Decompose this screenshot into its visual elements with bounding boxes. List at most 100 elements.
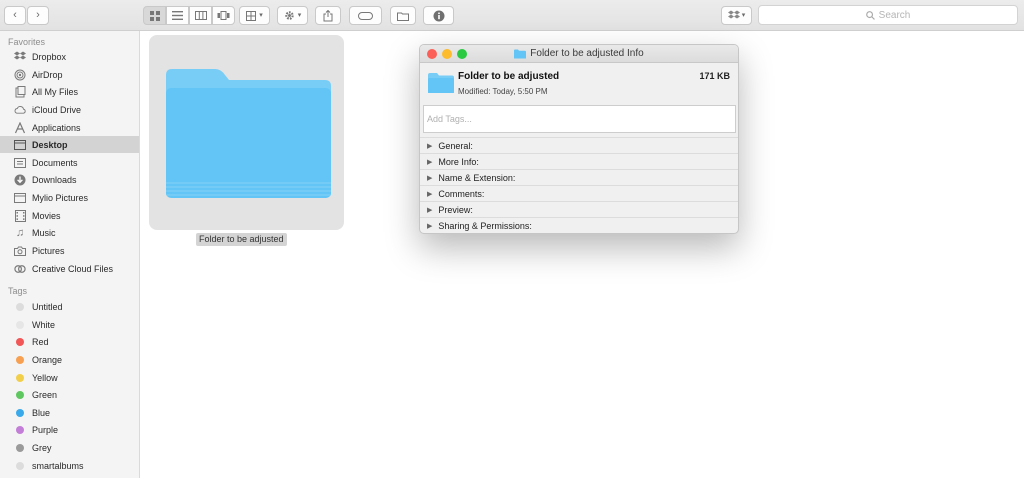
tag-dot-icon (16, 355, 24, 364)
sidebar-tag-grey[interactable]: Grey (0, 439, 139, 456)
applications-icon (14, 121, 26, 134)
action-button[interactable]: ▾ (277, 6, 308, 25)
arrange-button[interactable]: ▾ (239, 6, 270, 25)
section-preview[interactable]: ▶ Preview: (420, 201, 738, 217)
section-name-extension[interactable]: ▶ Name & Extension: (420, 169, 738, 185)
get-info-button[interactable] (423, 6, 454, 25)
cover-flow-icon (217, 11, 230, 20)
movies-icon (14, 209, 26, 222)
section-label: More Info: (438, 156, 479, 167)
sidebar-tag-yellow[interactable]: Yellow (0, 369, 139, 386)
info-icon (433, 10, 444, 21)
sidebar-tag-red[interactable]: Red (0, 333, 139, 350)
search-placeholder: Search (878, 9, 911, 21)
tag-dot-icon (16, 425, 24, 434)
tag-dot-icon (16, 337, 24, 346)
sidebar-item-label: iCloud Drive (32, 104, 82, 115)
sidebar-item-desktop[interactable]: Desktop (0, 136, 139, 153)
folder-name-label[interactable]: Folder to be adjusted (196, 233, 287, 246)
zoom-button[interactable] (457, 49, 467, 59)
modified-date: Modified: Today, 5:50 PM (458, 87, 548, 96)
disclosure-triangle-icon: ▶ (427, 158, 433, 166)
downloads-icon (14, 174, 26, 186)
sidebar-item-label: Desktop (32, 139, 68, 150)
new-folder-button[interactable] (390, 6, 416, 25)
close-button[interactable] (427, 49, 437, 59)
disclosure-triangle-icon: ▶ (427, 222, 433, 230)
sidebar-item-label: Yellow (32, 372, 58, 383)
section-sharing-permissions[interactable]: ▶ Sharing & Permissions: (420, 217, 738, 233)
sidebar-item-icloud-drive[interactable]: iCloud Drive (0, 101, 139, 118)
gallery-view-button[interactable] (212, 6, 235, 25)
sidebar-item-pictures[interactable]: Pictures (0, 242, 139, 259)
music-note-icon: ♫ (15, 226, 25, 239)
section-general[interactable]: ▶ General: (420, 137, 738, 153)
sidebar-item-label: Applications (32, 122, 81, 133)
sidebar-tag-smartalbums[interactable]: smartalbums (0, 457, 139, 474)
minimize-button[interactable] (442, 49, 452, 59)
sidebar: Favorites Dropbox AirDrop All My Files i… (0, 31, 140, 478)
gear-icon (285, 11, 294, 20)
back-button[interactable]: ‹ (4, 6, 26, 25)
sidebar-item-music[interactable]: ♫ Music (0, 224, 139, 241)
tag-dot-icon (16, 408, 24, 417)
sidebar-item-label: Mylio Pictures (32, 192, 89, 203)
edit-tags-button[interactable] (349, 6, 382, 25)
sidebar-item-movies[interactable]: Movies (0, 207, 139, 224)
tag-dot-icon (16, 320, 24, 329)
chevron-down-icon: ▾ (259, 12, 263, 19)
sidebar-item-label: smartalbums (32, 460, 84, 471)
item-name: Folder to be adjusted (458, 71, 560, 82)
search-field[interactable]: Search (758, 5, 1018, 25)
sidebar-item-creative-cloud-files[interactable]: Creative Cloud Files (0, 260, 139, 277)
sidebar-item-documents[interactable]: Documents (0, 154, 139, 171)
get-info-window: Folder to be adjusted Info Folder to be … (419, 44, 739, 234)
folder-icon (428, 72, 454, 96)
icon-view-button[interactable] (143, 6, 166, 25)
folder-icon (514, 49, 527, 59)
sidebar-item-label: Downloads (32, 174, 77, 185)
section-label: Comments: (438, 188, 485, 199)
tag-dot-icon (16, 302, 24, 311)
section-more-info[interactable]: ▶ More Info: (420, 153, 738, 169)
item-size: 171 KB (699, 71, 730, 81)
airdrop-icon (14, 69, 26, 81)
sidebar-tag-white[interactable]: White (0, 316, 139, 333)
sidebar-item-mylio-pictures[interactable]: Mylio Pictures (0, 189, 139, 206)
sidebar-item-dropbox[interactable]: Dropbox (0, 48, 139, 65)
sidebar-tag-blue[interactable]: Blue (0, 404, 139, 421)
sidebar-item-label: Dropbox (32, 51, 67, 62)
forward-button[interactable]: › (27, 6, 49, 25)
creative-cloud-icon (14, 263, 26, 275)
chevron-down-icon: ▾ (297, 12, 302, 19)
disclosure-triangle-icon: ▶ (427, 206, 433, 214)
folder-item[interactable] (149, 35, 344, 230)
list-icon (172, 11, 183, 20)
grid-icon (149, 10, 160, 21)
chevron-down-icon: ▾ (741, 12, 746, 19)
sidebar-item-airdrop[interactable]: AirDrop (0, 66, 139, 83)
sidebar-tag-green[interactable]: Green (0, 386, 139, 403)
sidebar-item-all-my-files[interactable]: All My Files (0, 83, 139, 100)
sidebar-item-label: Creative Cloud Files (32, 263, 114, 274)
sidebar-tag-purple[interactable]: Purple (0, 421, 139, 438)
dropbox-button[interactable]: ▾ (721, 6, 752, 25)
sidebar-tag-orange[interactable]: Orange (0, 351, 139, 368)
all-files-icon (14, 85, 26, 98)
section-label: General: (438, 140, 473, 151)
sidebar-tag-untitled[interactable]: Untitled (0, 298, 139, 315)
sidebar-item-applications[interactable]: Applications (0, 119, 139, 136)
window-titlebar[interactable]: Folder to be adjusted Info (420, 45, 738, 63)
share-button[interactable] (315, 6, 341, 25)
sidebar-item-downloads[interactable]: Downloads (0, 171, 139, 188)
desktop-icon (14, 139, 26, 151)
add-tags-field[interactable] (423, 105, 736, 133)
section-comments[interactable]: ▶ Comments: (420, 185, 738, 201)
list-view-button[interactable] (166, 6, 189, 25)
tag-dot-icon (16, 373, 24, 382)
column-view-button[interactable] (189, 6, 212, 25)
info-summary: Folder to be adjusted Modified: Today, 5… (420, 63, 738, 103)
cloud-icon (14, 104, 26, 116)
section-label: Name & Extension: (438, 172, 516, 183)
documents-icon (14, 157, 26, 169)
